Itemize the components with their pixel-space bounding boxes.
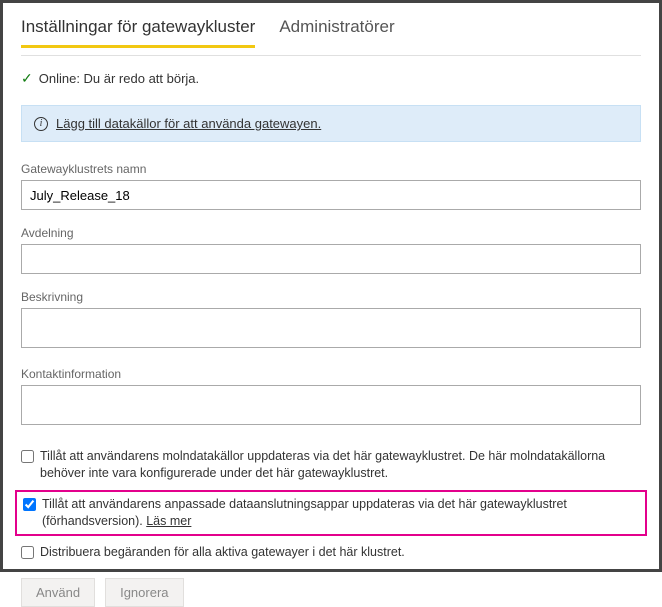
department-input[interactable] [21,244,641,274]
checkbox-custom-row: Tillåt att användarens anpassade dataans… [15,490,647,536]
checkbox-distribute-row: Distribuera begäranden för alla aktiva g… [21,540,641,565]
field-cluster-name: Gatewayklustrets namn [21,162,641,210]
status-row: ✓ Online: Du är redo att börja. [21,70,641,87]
add-datasources-link[interactable]: Lägg till datakällor för att använda gat… [56,116,321,131]
cluster-name-label: Gatewayklustrets namn [21,162,641,176]
checkbox-cloud-row: Tillåt att användarens molndatakällor up… [21,444,641,486]
info-icon: i [34,117,48,131]
status-text: Online: Du är redo att börja. [39,71,199,86]
learn-more-link[interactable]: Läs mer [146,514,191,528]
contact-label: Kontaktinformation [21,367,641,381]
apply-button[interactable]: Använd [21,578,95,607]
department-label: Avdelning [21,226,641,240]
info-banner: i Lägg till datakällor för att använda g… [21,105,641,142]
description-label: Beskrivning [21,290,641,304]
button-row: Använd Ignorera [21,578,641,607]
field-description: Beskrivning [21,290,641,351]
checkbox-custom[interactable] [23,498,36,511]
cluster-name-input[interactable] [21,180,641,210]
checkbox-distribute-label: Distribuera begäranden för alla aktiva g… [40,544,405,561]
field-department: Avdelning [21,226,641,274]
tab-settings[interactable]: Inställningar för gatewaykluster [21,11,255,48]
tab-bar: Inställningar för gatewaykluster Adminis… [21,11,641,49]
checkbox-cloud-label: Tillåt att användarens molndatakällor up… [40,448,641,482]
divider [21,55,641,56]
description-input[interactable] [21,308,641,348]
contact-input[interactable] [21,385,641,425]
field-contact: Kontaktinformation [21,367,641,428]
discard-button[interactable]: Ignorera [105,578,183,607]
tab-admins[interactable]: Administratörer [279,11,394,48]
checkbox-cloud[interactable] [21,450,34,463]
checkbox-custom-text: Tillåt att användarens anpassade dataans… [42,497,567,528]
checkbox-custom-label: Tillåt att användarens anpassade dataans… [42,496,639,530]
checkbox-distribute[interactable] [21,546,34,559]
check-icon: ✓ [21,70,33,87]
